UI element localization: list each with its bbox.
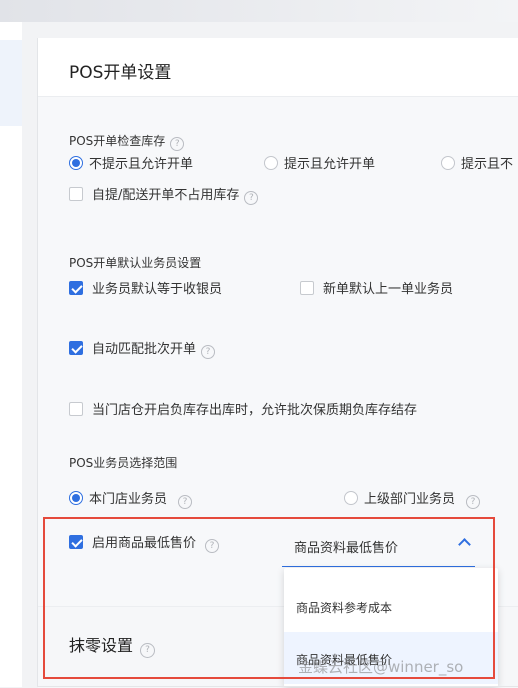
- radio-label: 不提示且允许开单: [89, 157, 194, 172]
- stock-radio-no-prompt[interactable]: 不提示且允许开单: [69, 153, 193, 172]
- checkbox-checked-icon[interactable]: [69, 535, 83, 549]
- checkbox-label: 自动匹配批次开单: [92, 342, 197, 357]
- min-price-select[interactable]: 商品资料最低售价: [282, 526, 475, 567]
- help-icon[interactable]: ?: [201, 345, 216, 359]
- radio-label: 本门店业务员: [89, 492, 168, 507]
- top-bar: [0, 0, 518, 22]
- stock-check-label-text: POS开单检查库存: [69, 134, 166, 148]
- help-icon[interactable]: ?: [244, 191, 259, 205]
- stock-radio-prompt-deny[interactable]: 提示且不: [441, 153, 513, 172]
- help-icon[interactable]: ?: [178, 495, 193, 509]
- chevron-up-icon[interactable]: [458, 538, 471, 551]
- checkbox-label: 业务员默认等于收银员: [92, 282, 223, 297]
- rounding-title: 抹零设置?: [69, 632, 156, 658]
- negative-stock-checkbox[interactable]: 当门店仓开启负库存出库时，允许批次保质期负库存结存: [69, 399, 417, 418]
- scope-radio-parent-dept[interactable]: 上级部门业务员?: [344, 488, 481, 509]
- checkbox-unchecked-icon[interactable]: [300, 281, 314, 295]
- checkbox-unchecked-icon[interactable]: [69, 187, 83, 201]
- salesperson-equals-cashier-checkbox[interactable]: 业务员默认等于收银员: [69, 278, 222, 297]
- self-pickup-checkbox[interactable]: 自提/配送开单不占用库存?: [69, 184, 259, 205]
- card-header: POS开单设置: [38, 38, 518, 97]
- checkbox-label: 启用商品最低售价: [92, 536, 197, 551]
- min-price-checkbox[interactable]: 启用商品最低售价?: [69, 532, 220, 553]
- dropdown-option-ref-cost[interactable]: 商品资料参考成本: [284, 580, 498, 632]
- sidebar-selected-item[interactable]: [0, 40, 22, 126]
- rounding-title-text: 抹零设置: [69, 636, 134, 655]
- stock-radio-prompt-allow[interactable]: 提示且允许开单: [264, 153, 375, 172]
- help-icon[interactable]: ?: [140, 643, 156, 658]
- radio-unchecked-icon[interactable]: [264, 156, 278, 170]
- card-title: POS开单设置: [69, 63, 172, 83]
- auto-batch-checkbox[interactable]: 自动匹配批次开单?: [69, 338, 216, 359]
- dropdown-option-label: 商品资料参考成本: [296, 601, 393, 615]
- radio-label: 上级部门业务员: [364, 492, 456, 507]
- checkbox-label: 自提/配送开单不占用库存: [92, 188, 240, 203]
- scope-radio-store[interactable]: 本门店业务员?: [69, 488, 193, 509]
- radio-label: 提示且允许开单: [284, 157, 376, 172]
- help-icon[interactable]: ?: [205, 539, 220, 553]
- salesperson-scope-label: POS业务员选择范围: [69, 456, 178, 470]
- left-sidebar: [0, 22, 22, 687]
- radio-label: 提示且不: [461, 157, 514, 172]
- checkbox-checked-icon[interactable]: [69, 341, 83, 355]
- watermark: 金蝶云社区@winner_so: [298, 658, 464, 676]
- radio-checked-icon[interactable]: [69, 491, 83, 505]
- top-bar-fade: [0, 0, 518, 22]
- radio-checked-icon[interactable]: [69, 156, 83, 170]
- radio-unchecked-icon[interactable]: [441, 156, 455, 170]
- radio-unchecked-icon[interactable]: [344, 491, 358, 505]
- stock-check-label: POS开单检查库存?: [69, 132, 185, 151]
- salesperson-default-label: POS开单默认业务员设置: [69, 256, 202, 270]
- checkbox-unchecked-icon[interactable]: [69, 402, 83, 416]
- checkbox-label: 新单默认上一单业务员: [323, 282, 454, 297]
- select-value: 商品资料最低售价: [294, 541, 399, 556]
- salesperson-last-order-checkbox[interactable]: 新单默认上一单业务员: [300, 278, 453, 297]
- help-icon[interactable]: ?: [466, 495, 481, 509]
- help-icon[interactable]: ?: [170, 137, 185, 151]
- checkbox-label: 当门店仓开启负库存出库时，允许批次保质期负库存结存: [92, 403, 418, 418]
- checkbox-checked-icon[interactable]: [69, 281, 83, 295]
